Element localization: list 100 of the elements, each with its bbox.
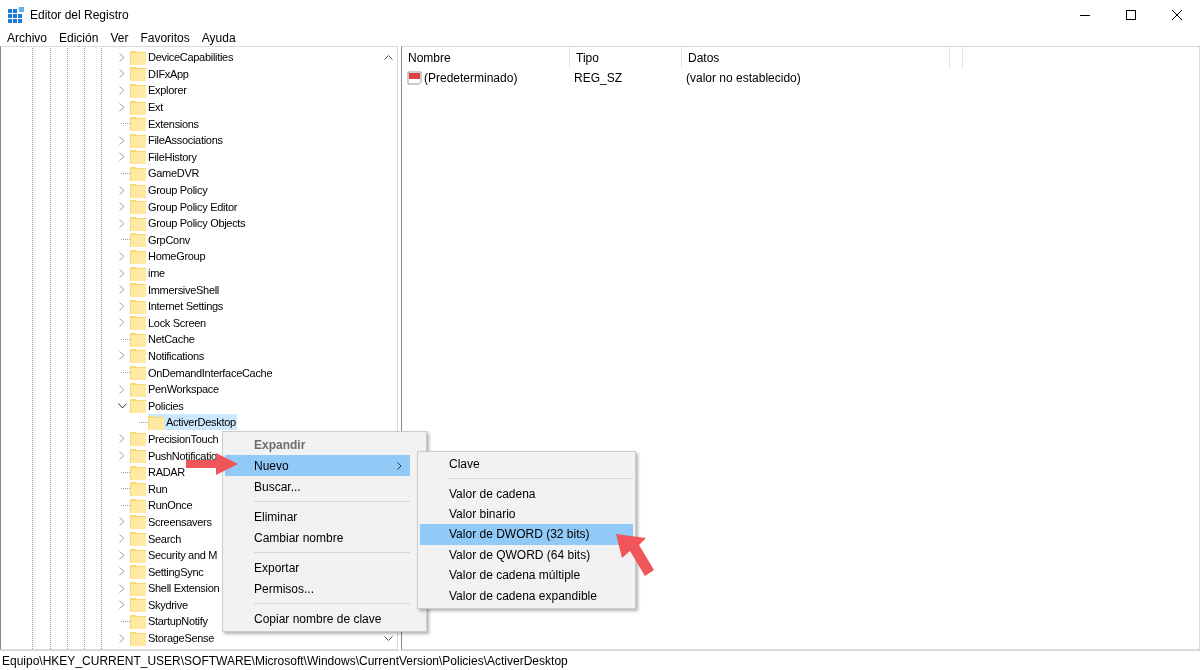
tree-item[interactable]: Group Policy Objects (130, 215, 247, 232)
chevron-right-icon[interactable] (119, 318, 125, 328)
chevron-right-icon[interactable] (119, 102, 125, 112)
tree-item[interactable]: ImmersiveShell (130, 281, 220, 298)
chevron-right-icon[interactable] (119, 567, 125, 577)
tree-item[interactable]: RADAR (130, 464, 186, 481)
value-name[interactable]: (Predeterminado) (402, 70, 568, 85)
chevron-right-icon[interactable] (119, 202, 125, 212)
folder-icon (130, 182, 146, 198)
tree-item[interactable]: Notifications (130, 348, 205, 364)
tree-item[interactable]: Explorer (130, 82, 188, 99)
maximize-icon[interactable] (1126, 10, 1136, 20)
tree-item[interactable]: Ext (130, 99, 164, 116)
string-value-icon (407, 70, 423, 85)
menu-item[interactable]: Valor de cadena (420, 483, 633, 504)
menu-item[interactable]: Valor de QWORD (64 bits) (420, 544, 633, 565)
chevron-right-icon[interactable] (119, 434, 125, 444)
folder-icon (130, 448, 146, 464)
chevron-right-icon[interactable] (119, 550, 125, 560)
chevron-right-icon[interactable] (119, 583, 125, 593)
menu-item[interactable]: Favoritos (134, 31, 196, 45)
chevron-right-icon[interactable] (119, 384, 125, 394)
folder-icon (130, 315, 146, 331)
close-icon[interactable] (1172, 10, 1182, 20)
tree-item[interactable]: PenWorkspace (130, 381, 220, 398)
tree-item[interactable]: Policies (130, 397, 185, 414)
chevron-right-icon[interactable] (119, 600, 125, 610)
chevron-right-icon[interactable] (119, 351, 125, 361)
tree-item[interactable]: GrpConv (130, 231, 191, 248)
tree-item[interactable]: Skydrive (130, 596, 189, 613)
tree-item[interactable]: Group Policy Editor (130, 198, 239, 215)
chevron-right-icon[interactable] (119, 633, 125, 643)
folder-icon (130, 597, 146, 613)
menu-item[interactable]: Clave (420, 454, 633, 475)
tree-item[interactable]: HomeGroup (130, 248, 207, 265)
tree-item[interactable]: NetCache (130, 331, 196, 348)
tree-item[interactable]: FileAssociations (130, 132, 224, 149)
tree-item[interactable]: DIFxApp (130, 65, 190, 82)
chevron-right-icon[interactable] (119, 218, 125, 228)
tree-item[interactable]: OnDemandInterfaceCache (130, 364, 274, 381)
chevron-right-icon[interactable] (119, 251, 125, 261)
tree-item[interactable]: Security and M (130, 547, 219, 564)
folder-icon (130, 298, 146, 314)
tree-item[interactable]: Screensavers (130, 513, 213, 530)
menu-item[interactable]: Eliminar (225, 506, 410, 527)
tree-item[interactable]: Internet Settings (130, 298, 224, 315)
tree-item[interactable]: SettingSync (130, 563, 205, 580)
chevron-right-icon[interactable] (119, 534, 125, 543)
menu-item[interactable]: Permisos... (225, 578, 410, 599)
chevron-right-icon[interactable] (119, 135, 125, 145)
folder-icon (130, 149, 146, 165)
tree-item[interactable]: PrecisionTouch (130, 430, 220, 447)
chevron-right-icon[interactable] (119, 185, 125, 195)
tree-item[interactable]: StorageSense (130, 630, 216, 647)
menu-item[interactable]: Valor binario (420, 503, 633, 525)
tree-item[interactable]: Lock Screen (130, 314, 207, 331)
chevron-right-icon[interactable] (119, 517, 125, 527)
tree-item[interactable]: PushNotificatio (130, 447, 218, 464)
scroll-up-icon[interactable] (384, 55, 393, 60)
chevron-right-icon[interactable] (119, 152, 125, 162)
menu-item[interactable]: Nuevo (225, 455, 410, 476)
chevron-right-icon[interactable] (119, 86, 125, 95)
tree-item[interactable]: DeviceCapabilities (130, 49, 235, 66)
chevron-right-icon[interactable] (119, 52, 125, 62)
menu-item[interactable]: Archivo (1, 31, 53, 45)
tree-item[interactable]: Group Policy (130, 182, 209, 199)
chevron-down-icon[interactable] (117, 402, 127, 409)
tree-item[interactable]: ime (130, 265, 166, 281)
chevron-right-icon[interactable] (119, 268, 125, 278)
menu-item[interactable]: Valor de cadena expandible (420, 585, 633, 606)
tree-item[interactable]: RunOnce (130, 497, 194, 514)
value-type: REG_SZ (573, 70, 623, 85)
scroll-down-icon[interactable] (384, 636, 393, 641)
folder-icon (130, 232, 146, 248)
folder-icon (130, 331, 146, 347)
menu-item[interactable]: Valor de cadena múltiple (420, 564, 633, 586)
tree-item[interactable]: ActiverDesktop (148, 414, 237, 431)
menu-item[interactable]: Valor de DWORD (32 bits) (420, 524, 633, 545)
tree-item[interactable]: Run (130, 480, 169, 497)
tree-item[interactable]: Extensions (130, 115, 200, 132)
tree-item[interactable]: Search (130, 530, 183, 547)
menu-item[interactable]: Ayuda (195, 31, 242, 45)
menu-item[interactable]: Ver (104, 31, 135, 45)
menu-item[interactable]: Copiar nombre de clave (225, 608, 410, 629)
chevron-right-icon[interactable] (119, 285, 125, 295)
chevron-right-icon[interactable] (119, 451, 125, 461)
folder-icon (130, 282, 146, 298)
menu-item[interactable]: Cambiar nombre (225, 527, 410, 548)
folder-icon (130, 66, 146, 82)
menu-item[interactable]: Edición (53, 31, 105, 45)
chevron-right-icon[interactable] (119, 69, 125, 79)
tree-item[interactable]: FileHistory (130, 148, 198, 165)
tree-item[interactable]: StartupNotify (130, 613, 209, 630)
folder-icon (130, 531, 146, 546)
tree-item[interactable]: GameDVR (130, 165, 201, 182)
chevron-right-icon[interactable] (119, 301, 125, 311)
tree-item[interactable]: Shell Extension (130, 580, 221, 597)
minimize-icon[interactable] (1080, 14, 1090, 16)
menu-item[interactable]: Buscar... (225, 476, 410, 497)
menu-item[interactable]: Exportar (225, 557, 410, 578)
